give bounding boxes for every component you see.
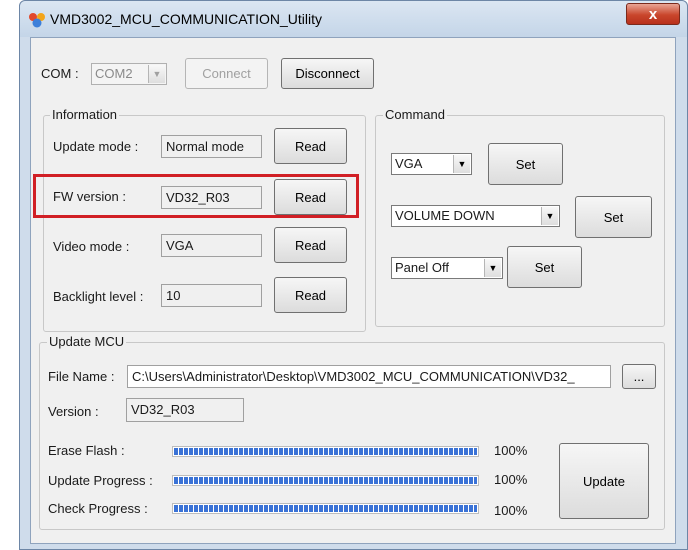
version-field: VD32_R03 [126,398,244,422]
read-backlight-level-button[interactable]: Read [274,277,347,313]
update-progress-percent: 100% [494,472,528,487]
com-label: COM : [41,66,79,81]
update-progress-bar [172,475,479,486]
fw-version-field: VD32_R03 [161,186,262,209]
connect-button[interactable]: Connect [185,58,268,89]
file-name-field[interactable]: C:\Users\Administrator\Desktop\VMD3002_M… [127,365,611,388]
update-mcu-group-title: Update MCU [47,334,127,349]
set-video-source-button[interactable]: Set [488,143,563,185]
backlight-level-label: Backlight level : [53,289,144,304]
update-mode-field: Normal mode [161,135,262,158]
check-progress-percent: 100% [494,503,528,518]
command-select[interactable]: VOLUME DOWN ▼ [391,205,560,227]
update-button[interactable]: Update [559,443,649,519]
file-name-label: File Name : [48,369,115,384]
progress-fill [174,477,477,484]
erase-flash-label: Erase Flash : [48,443,125,458]
chevron-down-icon: ▼ [541,207,558,225]
read-video-mode-button[interactable]: Read [274,227,347,263]
update-mode-label: Update mode : [53,139,139,154]
check-progress-bar [172,503,479,514]
version-label: Version : [48,404,99,419]
backlight-level-field: 10 [161,284,262,307]
chevron-down-icon: ▼ [453,155,470,173]
command-group-title: Command [383,107,447,122]
erase-flash-percent: 100% [494,443,528,458]
panel-power-select[interactable]: Panel Off ▼ [391,257,503,279]
read-update-mode-button[interactable]: Read [274,128,347,164]
com-port-select[interactable]: COM2 ▼ [91,63,167,85]
check-progress-label: Check Progress : [48,501,148,516]
erase-flash-progress-bar [172,446,479,457]
video-mode-label: Video mode : [53,239,130,254]
fw-version-label: FW version : [53,189,126,204]
disconnect-button[interactable]: Disconnect [281,58,374,89]
browse-button[interactable]: ... [622,364,656,389]
update-progress-label: Update Progress : [48,473,153,488]
read-fw-version-button[interactable]: Read [274,179,347,215]
com-port-value: COM2 [95,66,133,81]
window-title: VMD3002_MCU_COMMUNICATION_Utility [50,11,323,27]
app-window: VMD3002_MCU_COMMUNICATION_Utility x COM … [19,0,688,550]
command-value: VOLUME DOWN [395,208,495,223]
panel-power-value: Panel Off [395,260,449,275]
set-panel-power-button[interactable]: Set [507,246,582,288]
video-source-select[interactable]: VGA ▼ [391,153,472,175]
information-group-title: Information [50,107,120,122]
app-icon [29,13,45,28]
client-area: COM : COM2 ▼ Connect Disconnect Informat… [30,37,676,544]
video-source-value: VGA [395,156,423,171]
title-bar[interactable]: VMD3002_MCU_COMMUNICATION_Utility x [20,1,687,37]
progress-fill [174,505,477,512]
close-button[interactable]: x [626,3,680,25]
chevron-down-icon: ▼ [148,65,165,83]
progress-fill [174,448,477,455]
chevron-down-icon: ▼ [484,259,501,277]
set-command-button[interactable]: Set [575,196,652,238]
video-mode-field: VGA [161,234,262,257]
